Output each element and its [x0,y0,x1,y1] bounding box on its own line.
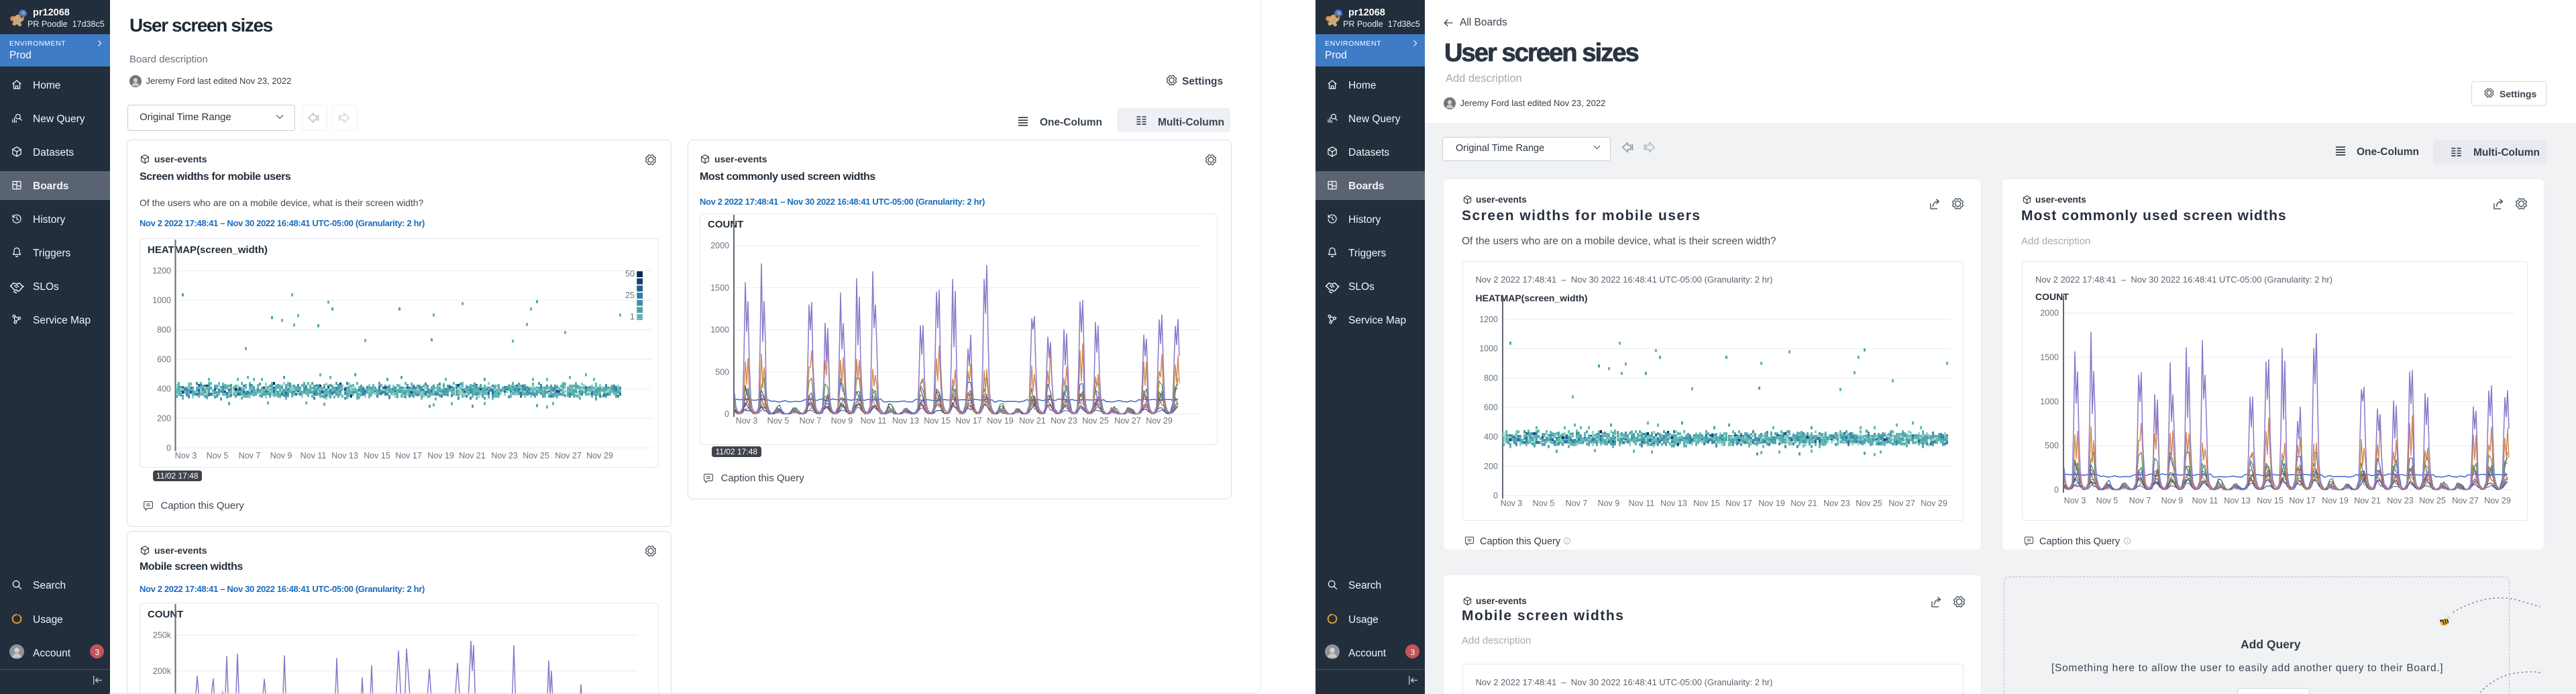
svg-text:Nov 13: Nov 13 [1660,499,1687,508]
svg-text:500: 500 [2045,441,2059,450]
svg-text:2000: 2000 [2040,309,2059,318]
svg-text:Nov 29: Nov 29 [586,451,613,460]
svg-text:Nov 5: Nov 5 [1533,499,1555,508]
svg-text:Nov 5: Nov 5 [207,451,229,460]
svg-text:Nov 17: Nov 17 [1725,499,1752,508]
svg-text:Nov 7: Nov 7 [1566,499,1588,508]
svg-text:Nov 3: Nov 3 [1501,499,1523,508]
svg-text:Nov 9: Nov 9 [831,416,853,426]
svg-text:1500: 1500 [710,283,729,293]
svg-text:400: 400 [157,385,171,394]
svg-text:Nov 5: Nov 5 [2096,496,2118,505]
svg-text:Nov 15: Nov 15 [924,416,951,426]
svg-text:600: 600 [1484,403,1498,412]
svg-text:1200: 1200 [152,266,171,276]
svg-text:Nov 9: Nov 9 [2161,496,2184,505]
svg-text:0: 0 [1493,491,1498,501]
svg-text:Nov 21: Nov 21 [1019,416,1046,426]
svg-text:Nov 27: Nov 27 [2452,496,2479,505]
svg-text:Nov 23: Nov 23 [1823,499,1850,508]
svg-text:Nov 23: Nov 23 [1051,416,1077,426]
svg-text:200k: 200k [153,666,172,676]
svg-text:200: 200 [1484,462,1498,471]
svg-text:Nov 23: Nov 23 [2387,496,2414,505]
svg-text:25: 25 [625,291,635,300]
svg-text:Nov 11: Nov 11 [2192,496,2218,505]
svg-text:Nov 25: Nov 25 [1856,499,1882,508]
svg-text:400: 400 [1484,432,1498,442]
svg-text:1: 1 [630,312,635,321]
svg-text:Nov 17: Nov 17 [395,451,422,460]
svg-text:0: 0 [166,444,171,453]
svg-text:Nov 23: Nov 23 [491,451,518,460]
svg-text:250k: 250k [153,631,172,640]
svg-text:Nov 9: Nov 9 [270,451,292,460]
svg-text:1000: 1000 [2040,397,2059,406]
svg-text:Nov 19: Nov 19 [427,451,454,460]
svg-text:50: 50 [625,269,635,279]
svg-text:1000: 1000 [710,326,729,335]
svg-text:Nov 29: Nov 29 [2484,496,2511,505]
svg-text:Nov 15: Nov 15 [2257,496,2284,505]
svg-text:800: 800 [1484,373,1498,383]
svg-text:2000: 2000 [710,241,729,250]
svg-text:1500: 1500 [2040,353,2059,362]
svg-text:1200: 1200 [1479,315,1498,324]
svg-text:Nov 11: Nov 11 [301,451,327,460]
svg-text:Nov 19: Nov 19 [987,416,1014,426]
svg-text:Nov 7: Nov 7 [800,416,822,426]
svg-text:Nov 11: Nov 11 [861,416,887,426]
svg-text:Nov 19: Nov 19 [2322,496,2349,505]
svg-text:1000: 1000 [1479,344,1498,354]
svg-text:Nov 3: Nov 3 [2064,496,2086,505]
svg-text:Nov 27: Nov 27 [1114,416,1141,426]
svg-text:Nov 25: Nov 25 [1082,416,1109,426]
svg-text:1000: 1000 [152,296,171,305]
svg-text:800: 800 [157,326,171,335]
svg-text:Nov 27: Nov 27 [1888,499,1915,508]
svg-text:Nov 3: Nov 3 [175,451,197,460]
svg-text:Nov 15: Nov 15 [1693,499,1720,508]
svg-text:Nov 15: Nov 15 [364,451,390,460]
svg-text:Nov 21: Nov 21 [459,451,486,460]
svg-text:Nov 17: Nov 17 [955,416,982,426]
svg-text:Nov 25: Nov 25 [523,451,549,460]
svg-text:Nov 13: Nov 13 [892,416,919,426]
svg-text:Nov 13: Nov 13 [2224,496,2251,505]
svg-text:0: 0 [724,409,729,419]
svg-text:600: 600 [157,355,171,364]
svg-text:Nov 29: Nov 29 [1921,499,1947,508]
svg-text:Nov 13: Nov 13 [331,451,358,460]
svg-text:Nov 5: Nov 5 [767,416,790,426]
svg-text:500: 500 [715,367,729,377]
svg-text:Nov 7: Nov 7 [239,451,261,460]
svg-text:Nov 25: Nov 25 [2419,496,2446,505]
svg-text:Nov 21: Nov 21 [2354,496,2381,505]
svg-text:Nov 29: Nov 29 [1146,416,1173,426]
svg-text:200: 200 [157,414,171,424]
svg-text:Nov 7: Nov 7 [2129,496,2151,505]
svg-text:0: 0 [2054,485,2059,495]
svg-text:Nov 9: Nov 9 [1598,499,1620,508]
svg-text:Nov 19: Nov 19 [1758,499,1785,508]
svg-text:Nov 27: Nov 27 [555,451,582,460]
svg-text:Nov 21: Nov 21 [1790,499,1817,508]
svg-text:Nov 3: Nov 3 [736,416,758,426]
svg-text:Nov 11: Nov 11 [1629,499,1655,508]
svg-text:Nov 17: Nov 17 [2289,496,2316,505]
